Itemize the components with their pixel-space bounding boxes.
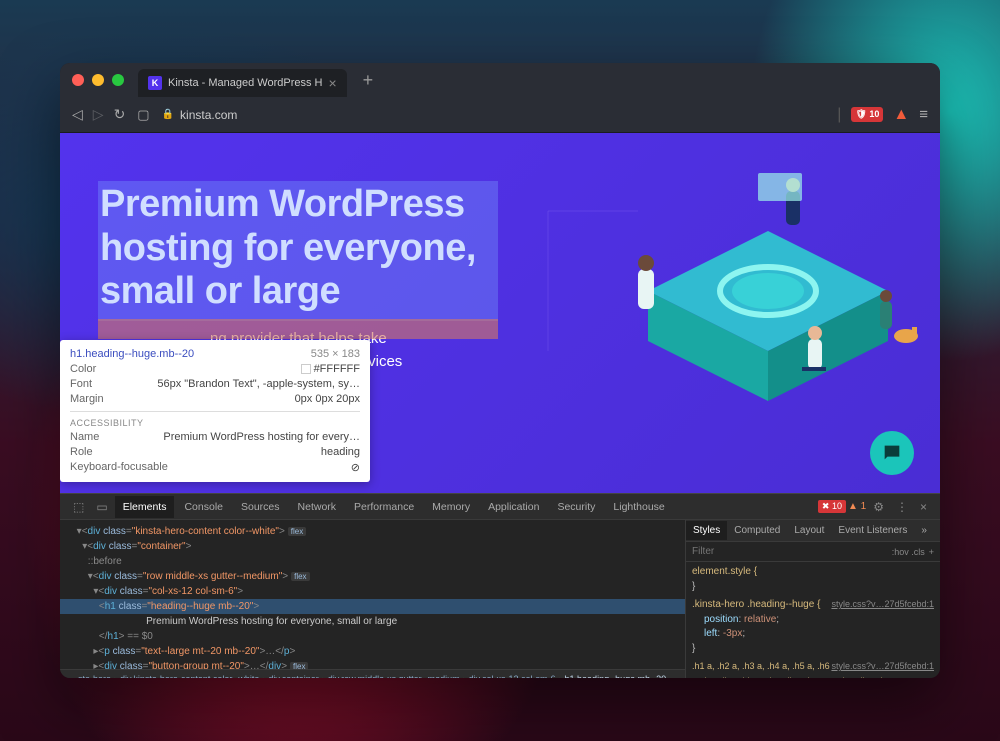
new-tab-button[interactable]: + bbox=[363, 70, 374, 91]
styles-pane: Styles Computed Layout Event Listeners »… bbox=[685, 520, 940, 678]
tab-elements[interactable]: Elements bbox=[115, 496, 175, 518]
tab-performance[interactable]: Performance bbox=[346, 496, 422, 518]
maximize-window-button[interactable] bbox=[112, 74, 124, 86]
inspect-element-icon[interactable]: ⬚ bbox=[68, 500, 89, 514]
person-presenter bbox=[758, 173, 802, 225]
computed-tab[interactable]: Computed bbox=[727, 521, 787, 540]
tab-sources[interactable]: Sources bbox=[233, 496, 288, 518]
browser-window: K Kinsta - Managed WordPress H × + ◁ ▷ ↻… bbox=[60, 63, 940, 678]
devtools-panel: ⬚ ▭ Elements Console Sources Network Per… bbox=[60, 493, 940, 678]
element-inspector-tooltip: h1.heading--huge.mb--20535 × 183 Color#F… bbox=[60, 340, 370, 482]
menu-button[interactable]: ≡ bbox=[919, 106, 928, 123]
adblock-badge[interactable]: 🛡 10 bbox=[851, 107, 883, 122]
bookmark-icon[interactable]: ▢ bbox=[137, 107, 149, 123]
settings-icon[interactable]: ⚙ bbox=[868, 500, 889, 514]
tab-lighthouse[interactable]: Lighthouse bbox=[605, 496, 672, 518]
tab-network[interactable]: Network bbox=[290, 496, 345, 518]
error-badge[interactable]: ✖ 10 bbox=[818, 500, 846, 513]
back-button[interactable]: ◁ bbox=[72, 106, 83, 123]
layout-tab[interactable]: Layout bbox=[787, 521, 831, 540]
hero-illustration bbox=[508, 151, 928, 471]
css-rules[interactable]: element.style { } style.css?v…27d5fcebd:… bbox=[686, 562, 940, 678]
tab-application[interactable]: Application bbox=[480, 496, 547, 518]
more-icon[interactable]: ⋮ bbox=[891, 500, 913, 514]
lock-icon: 🔒 bbox=[162, 109, 174, 120]
minimize-window-button[interactable] bbox=[92, 74, 104, 86]
favicon-icon: K bbox=[148, 76, 162, 90]
breadcrumbs[interactable]: … sta-hero› div.kinsta-hero-content.colo… bbox=[60, 669, 685, 678]
browser-tab[interactable]: K Kinsta - Managed WordPress H × bbox=[138, 69, 347, 97]
tab-close-icon[interactable]: × bbox=[328, 75, 336, 91]
person-standing bbox=[638, 255, 654, 309]
more-tabs-icon[interactable]: » bbox=[914, 521, 934, 540]
brave-icon[interactable]: ▲ bbox=[893, 106, 909, 124]
tab-console[interactable]: Console bbox=[176, 496, 231, 518]
traffic-lights bbox=[72, 74, 124, 86]
listeners-tab[interactable]: Event Listeners bbox=[831, 521, 914, 540]
warning-badge[interactable]: ▲ 1 bbox=[848, 501, 866, 512]
tab-title: Kinsta - Managed WordPress H bbox=[168, 77, 322, 89]
tab-memory[interactable]: Memory bbox=[424, 496, 478, 518]
url-bar[interactable]: 🔒 kinsta.com bbox=[162, 108, 826, 122]
reload-button[interactable]: ↻ bbox=[114, 106, 126, 123]
tab-security[interactable]: Security bbox=[549, 496, 603, 518]
dom-tree[interactable]: ▾<div class="kinsta-hero-content color--… bbox=[60, 520, 685, 669]
close-devtools-icon[interactable]: × bbox=[915, 500, 932, 514]
chat-fab[interactable] bbox=[870, 431, 914, 475]
device-toolbar-icon[interactable]: ▭ bbox=[91, 500, 112, 514]
styles-filter-input[interactable] bbox=[692, 546, 888, 557]
devtools-tabs: ⬚ ▭ Elements Console Sources Network Per… bbox=[60, 494, 940, 520]
close-window-button[interactable] bbox=[72, 74, 84, 86]
hero-heading: Premium WordPress hosting for everyone, … bbox=[100, 183, 500, 314]
tooltip-dimensions: 535 × 183 bbox=[311, 348, 360, 360]
divider: | bbox=[837, 106, 841, 124]
forward-button[interactable]: ▷ bbox=[93, 106, 104, 123]
styles-tab[interactable]: Styles bbox=[686, 521, 727, 540]
url-text: kinsta.com bbox=[180, 108, 237, 122]
page-content: Premium WordPress hosting for everyone, … bbox=[60, 133, 940, 678]
tooltip-selector: h1.heading--huge.mb--20 bbox=[70, 348, 194, 360]
hov-cls-toggle[interactable]: :hov .cls bbox=[892, 547, 925, 557]
titlebar: K Kinsta - Managed WordPress H × + bbox=[60, 63, 940, 97]
toolbar: ◁ ▷ ↻ ▢ 🔒 kinsta.com | 🛡 10 ▲ ≡ bbox=[60, 97, 940, 133]
